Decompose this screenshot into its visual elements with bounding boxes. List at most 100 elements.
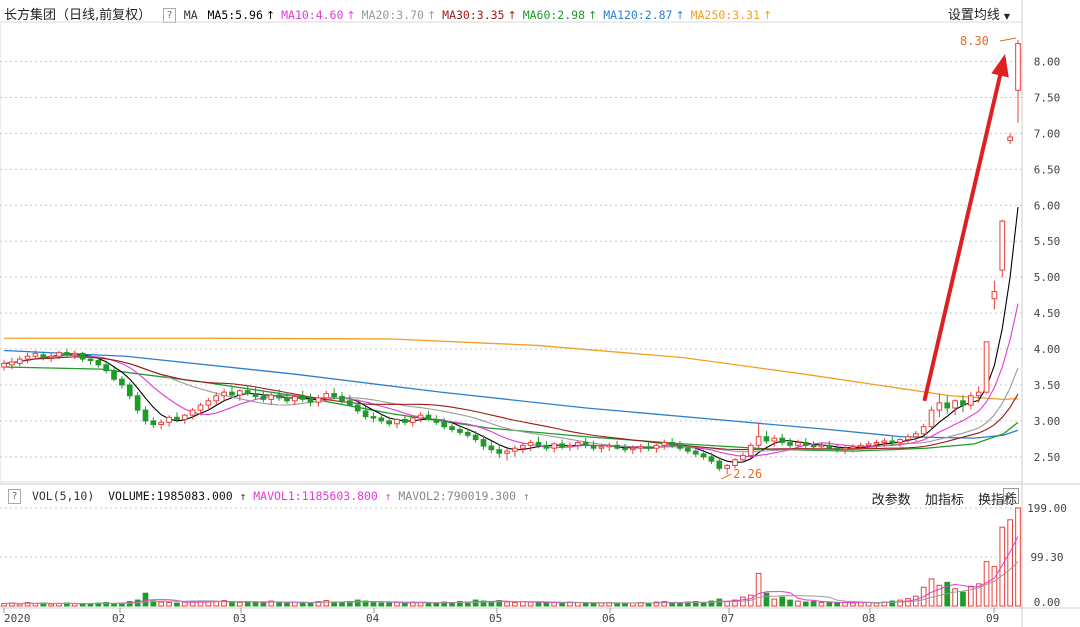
volume-bar <box>276 602 282 607</box>
volume-bar <box>48 603 55 607</box>
add-indicator-button[interactable]: 加指标 <box>925 493 964 508</box>
volume-bar <box>598 602 605 607</box>
candle-body <box>535 441 542 446</box>
candle-body <box>331 393 337 397</box>
price-tick-label: 3.50 <box>1034 379 1061 392</box>
candle-body <box>897 439 903 443</box>
candle-body <box>496 449 503 454</box>
month-label: 05 <box>489 612 502 625</box>
candle-body <box>236 390 243 396</box>
candle-body <box>213 395 220 402</box>
volume-mavol1-line <box>3 536 1019 605</box>
candle-body <box>928 409 935 428</box>
candle-body <box>504 450 510 454</box>
volume-bar <box>582 602 589 607</box>
price-tick-label: 6.00 <box>1034 199 1061 212</box>
volume-bar <box>960 591 966 607</box>
volume-bar <box>787 599 793 607</box>
candle-body <box>802 441 809 446</box>
volume-bar <box>213 601 220 607</box>
volume-bar <box>252 601 259 607</box>
candle-body <box>771 437 778 442</box>
candle-body <box>653 444 660 449</box>
volume-bar <box>795 600 801 607</box>
volume-bar <box>771 598 778 607</box>
mavol2-value: MAVOL2:790019.300 <box>398 489 517 503</box>
volume-bar <box>842 602 848 607</box>
price-tick-label: 7.50 <box>1034 91 1061 104</box>
candle-body <box>464 431 471 436</box>
candle-body <box>142 409 149 422</box>
candle-body <box>590 444 597 449</box>
volume-bar <box>991 566 998 607</box>
candle-body <box>999 220 1006 271</box>
candle-body <box>755 436 762 446</box>
volume-bar <box>818 602 825 607</box>
candle-body <box>574 441 581 446</box>
candle-body <box>905 436 911 441</box>
candle-body <box>9 361 15 366</box>
volume-bar <box>111 603 117 607</box>
candle-body <box>889 440 896 443</box>
candle-body <box>747 444 754 456</box>
candle-body <box>457 429 463 433</box>
volume-bar <box>307 602 314 607</box>
candle-body <box>229 391 235 396</box>
volume-bar <box>802 601 809 607</box>
candle-body <box>425 414 432 420</box>
candle-body <box>1015 43 1021 91</box>
volume-bar <box>716 598 723 607</box>
candle-body <box>488 445 495 451</box>
candle-body <box>354 404 361 412</box>
candle-body <box>582 441 589 446</box>
month-label: 02 <box>112 612 125 625</box>
volume-help-icon[interactable]: ? <box>8 489 21 504</box>
candle-body <box>299 395 306 400</box>
volume-bar <box>850 602 856 607</box>
volume-value: VOLUME:1985083.000 <box>108 489 233 503</box>
vol-label: VOL(5,10) <box>31 489 95 503</box>
high-price-annotation: 8.30 <box>960 34 989 48</box>
volume-bar <box>826 601 833 607</box>
close-icon[interactable]: ✕ <box>1003 488 1019 504</box>
month-label: 04 <box>366 612 380 625</box>
mavol2-arrow-icon: ↑ <box>523 490 530 503</box>
ma-line-ma20 <box>3 356 1019 453</box>
price-tick-label: 5.50 <box>1034 235 1061 248</box>
candle-body <box>126 384 133 397</box>
month-label: 07 <box>721 612 734 625</box>
candle-body <box>48 355 55 359</box>
change-params-button[interactable]: 改参数 <box>872 493 911 508</box>
candle-body <box>724 464 731 469</box>
volume-bar <box>512 602 518 607</box>
month-label: 09 <box>986 612 999 625</box>
volume-bar <box>897 599 903 607</box>
candle-body <box>857 444 864 448</box>
candle-body <box>378 417 385 422</box>
stock-chart[interactable]: 2.50 3.00 3.50 4.00 4.50 5.00 5.50 6.00 6.50 7.00… <box>0 0 1080 627</box>
trend-arrow-line <box>922 57 1007 402</box>
volume-bar <box>16 603 23 607</box>
candle-body <box>181 414 188 420</box>
candle-body <box>826 444 833 449</box>
volume-mavol2-line <box>3 561 1019 605</box>
candle-body <box>472 434 479 441</box>
candle-body <box>244 390 251 395</box>
volume-bar <box>339 602 345 607</box>
candle-body <box>637 446 644 449</box>
volume-bar <box>952 588 958 607</box>
candle-body <box>645 446 652 449</box>
volume-tick-label: 99.30 <box>1030 551 1063 564</box>
volume-bar <box>1015 507 1021 607</box>
candle-body <box>952 400 958 409</box>
trend-arrow-head-icon <box>991 54 1009 78</box>
candle-body <box>119 378 125 386</box>
candle-body <box>559 443 565 448</box>
candle-body <box>166 416 172 423</box>
volume-header: ? VOL(5,10) VOLUME:1985083.000 ↑ MAVOL1:… <box>4 489 530 504</box>
candle-body <box>370 416 377 419</box>
candle-body <box>323 393 330 399</box>
candle-body <box>850 446 856 449</box>
candle-body <box>189 409 196 416</box>
candle-body <box>795 441 801 446</box>
